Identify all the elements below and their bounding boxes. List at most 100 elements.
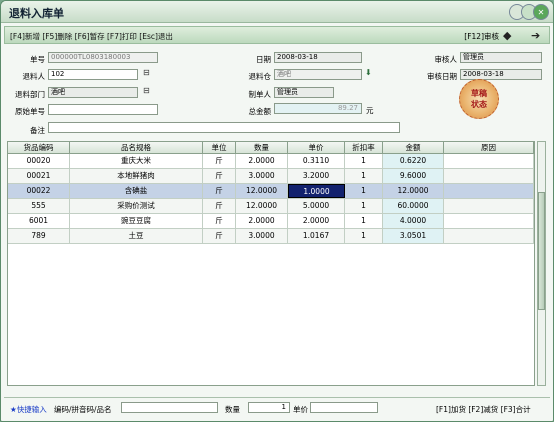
cell-code[interactable]: 00020 <box>8 154 70 168</box>
seal-line2: 状态 <box>471 100 487 109</box>
cell-unit[interactable]: 斤 <box>203 154 236 168</box>
cell-qty[interactable]: 12.0000 <box>236 184 288 198</box>
cell-price[interactable]: 3.2000 <box>288 169 345 183</box>
cell-amount[interactable]: 12.0000 <box>383 184 444 198</box>
cell-amount[interactable]: 0.6220 <box>383 154 444 168</box>
cell-name[interactable]: 土豆 <box>70 229 203 243</box>
warehouse-label: 退料仓 <box>248 72 272 81</box>
cell-reason[interactable] <box>444 199 534 213</box>
cell-code[interactable]: 789 <box>8 229 70 243</box>
quick-input-label: ★快捷输入 <box>10 405 47 414</box>
col-unit[interactable]: 单位 <box>203 142 236 153</box>
orig-no-label: 原始单号 <box>15 107 45 116</box>
col-code[interactable]: 货品编码 <box>8 142 70 153</box>
audit-shortcut[interactable]: [F12]审核 <box>464 31 499 42</box>
cell-unit[interactable]: 斤 <box>203 199 236 213</box>
cell-unit[interactable]: 斤 <box>203 229 236 243</box>
dept-field[interactable]: 酒吧 <box>48 87 138 98</box>
cell-qty[interactable]: 12.0000 <box>236 199 288 213</box>
vertical-scrollbar[interactable] <box>537 141 546 386</box>
cell-discount[interactable]: 1 <box>345 199 383 213</box>
cell-price[interactable]: 2.0000 <box>288 214 345 228</box>
cell-code[interactable]: 6001 <box>8 214 70 228</box>
cell-unit[interactable]: 斤 <box>203 214 236 228</box>
title-bar: 退料入库单 ✕ <box>1 1 553 23</box>
cell-amount[interactable]: 4.0000 <box>383 214 444 228</box>
note-field[interactable] <box>48 122 400 133</box>
table-row[interactable]: 00021 本地鲜猪肉斤 3.0000 3.2000 1 9.6000 <box>8 169 534 184</box>
cell-reason[interactable] <box>444 229 534 243</box>
cell-discount[interactable]: 1 <box>345 184 383 198</box>
cell-unit[interactable]: 斤 <box>203 184 236 198</box>
warehouse-field[interactable]: 酒吧 <box>274 69 362 80</box>
cell-name[interactable]: 本地鲜猪肉 <box>70 169 203 183</box>
cell-price[interactable]: 5.0000 <box>288 199 345 213</box>
code-search-label: 编码/拼音码/品名 <box>54 405 112 414</box>
audit-date-field: 2008-03-18 <box>460 69 542 80</box>
cell-unit[interactable]: 斤 <box>203 169 236 183</box>
returner-label: 退料人 <box>22 72 46 81</box>
col-name[interactable]: 品名规格 <box>70 142 203 153</box>
cell-name[interactable]: 含碘盐 <box>70 184 203 198</box>
table-body: 00020 重庆大米斤 2.0000 0.3110 1 0.6220 00021 本地鲜猪肉斤… <box>8 154 534 244</box>
returner-field[interactable]: 102 <box>48 69 138 80</box>
cell-qty[interactable]: 3.0000 <box>236 169 288 183</box>
cell-discount[interactable]: 1 <box>345 214 383 228</box>
cell-code[interactable]: 00022 <box>8 184 70 198</box>
orig-no-field[interactable] <box>48 104 158 115</box>
close-icon[interactable]: ✕ <box>533 4 549 20</box>
cell-name[interactable]: 豌豆豆腐 <box>70 214 203 228</box>
col-amount[interactable]: 金额 <box>383 142 444 153</box>
col-qty[interactable]: 数量 <box>236 142 288 153</box>
cell-qty[interactable]: 2.0000 <box>236 214 288 228</box>
cell-amount[interactable]: 60.0000 <box>383 199 444 213</box>
cell-price[interactable]: 1.0167 <box>288 229 345 243</box>
cell-reason[interactable] <box>444 154 534 168</box>
cell-name[interactable]: 采购价测试 <box>70 199 203 213</box>
col-discount[interactable]: 折扣率 <box>345 142 383 153</box>
cell-price[interactable]: 1.0000 <box>288 184 345 198</box>
cell-code[interactable]: 555 <box>8 199 70 213</box>
cell-name[interactable]: 重庆大米 <box>70 154 203 168</box>
table-row[interactable]: 00022 含碘盐斤 12.0000 1.0000 1 12.0000 <box>8 184 534 199</box>
col-reason[interactable]: 原因 <box>444 142 534 153</box>
cell-discount[interactable]: 1 <box>345 154 383 168</box>
table-row[interactable]: 789 土豆斤 3.0000 1.0167 1 3.0501 <box>8 229 534 244</box>
code-search-input[interactable] <box>121 402 218 413</box>
cell-code[interactable]: 00021 <box>8 169 70 183</box>
qty-input[interactable]: 1 <box>248 402 290 413</box>
seal-line1: 草稿 <box>471 89 487 98</box>
date-field[interactable]: 2008-03-18 <box>274 52 362 63</box>
cell-discount[interactable]: 1 <box>345 229 383 243</box>
left-arrow-icon[interactable]: ◆ <box>503 29 511 42</box>
right-arrow-icon[interactable]: ➔ <box>531 29 540 42</box>
total-field: 89.27 <box>274 103 362 114</box>
cell-qty[interactable]: 3.0000 <box>236 229 288 243</box>
cell-reason[interactable] <box>444 184 534 198</box>
price-input[interactable] <box>310 402 378 413</box>
maker-field: 管理员 <box>274 87 334 98</box>
table-row[interactable]: 00020 重庆大米斤 2.0000 0.3110 1 0.6220 <box>8 154 534 169</box>
cell-price[interactable]: 0.3110 <box>288 154 345 168</box>
dept-picker-icon[interactable]: ⊟ <box>143 86 150 95</box>
cell-discount[interactable]: 1 <box>345 169 383 183</box>
auditor-label: 审核人 <box>434 55 458 64</box>
table-row[interactable]: 6001 豌豆豆腐斤 2.0000 2.0000 1 4.0000 <box>8 214 534 229</box>
cell-amount[interactable]: 9.6000 <box>383 169 444 183</box>
col-price[interactable]: 单价 <box>288 142 345 153</box>
auditor-field: 管理员 <box>460 52 542 63</box>
doc-no-label: 单号 <box>30 55 45 64</box>
scroll-thumb[interactable] <box>538 192 545 310</box>
cell-amount[interactable]: 3.0501 <box>383 229 444 243</box>
table-row[interactable]: 555 采购价测试斤 12.0000 5.0000 1 60.0000 <box>8 199 534 214</box>
draft-status-seal: 草稿 状态 <box>459 79 499 119</box>
function-key-hints: [F1]加货 [F2]减货 [F3]合计 <box>436 405 531 414</box>
cell-reason[interactable] <box>444 169 534 183</box>
warehouse-dropdown-icon[interactable]: ⬇ <box>365 68 372 77</box>
dept-label: 退料部门 <box>15 90 45 99</box>
cell-reason[interactable] <box>444 214 534 228</box>
audit-date-label: 审核日期 <box>427 72 457 81</box>
returner-picker-icon[interactable]: ⊟ <box>143 68 150 77</box>
toolbar-shortcuts[interactable]: [F4]新增 [F5]删除 [F6]暂存 [F7]打印 [Esc]退出 <box>10 31 173 42</box>
cell-qty[interactable]: 2.0000 <box>236 154 288 168</box>
